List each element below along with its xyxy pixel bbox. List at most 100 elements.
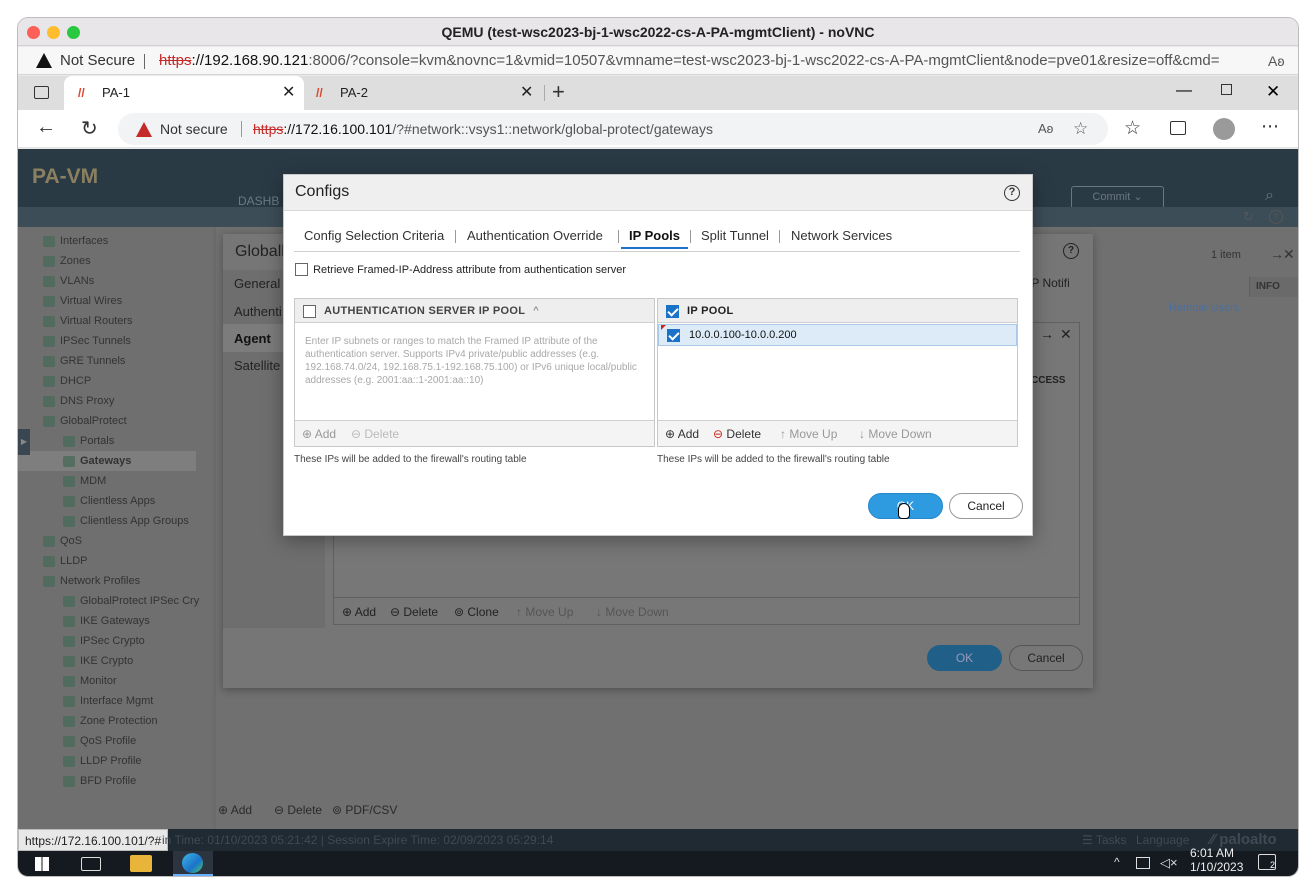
clock-date[interactable]: 1/10/2023 [1190,860,1243,874]
clone-button[interactable]: ⊚ Clone [454,598,499,626]
new-tab-icon[interactable]: + [552,79,565,105]
nav-item[interactable]: MDM [63,471,106,491]
language-link[interactable]: Language [1136,829,1189,851]
nav-item[interactable]: Virtual Wires [43,291,122,311]
minimize-window-button[interactable] [47,26,60,39]
chevron-up-icon[interactable]: ^ [1114,855,1120,869]
notification-icon[interactable]: 2 [1258,854,1276,870]
file-explorer-icon[interactable] [130,855,152,872]
retrieve-framed-ip-checkbox[interactable] [295,263,308,276]
nav-item[interactable]: IKE Crypto [63,651,133,671]
nav-item[interactable]: IPSec Tunnels [43,331,131,351]
nav-item[interactable]: Clientless App Groups [63,511,189,531]
close-browser-icon[interactable]: ✕ [1266,82,1280,102]
close-icon[interactable]: ✕ [1283,246,1295,263]
nav-item[interactable]: BFD Profile [63,771,136,791]
nav-item[interactable]: LLDP [43,551,88,571]
tab-general[interactable]: General [234,276,280,291]
zoom-window-button[interactable] [67,26,80,39]
nav-item[interactable]: Interface Mgmt [63,691,153,711]
close-window-button[interactable] [27,26,40,39]
pdf-csv-button[interactable]: ⊚ PDF/CSV [332,803,397,817]
nav-item[interactable]: GlobalProtect [43,411,127,431]
nav-item[interactable]: QoS Profile [63,731,136,751]
tab-actions-icon[interactable] [34,86,49,99]
refresh-icon[interactable]: ↻ [81,116,98,141]
select-all-checkbox[interactable] [303,304,316,318]
close-tab-icon[interactable]: ✕ [282,76,295,110]
edge-taskbar-button[interactable] [173,851,213,876]
tab-config-selection-criteria[interactable]: Config Selection Criteria [304,225,444,249]
nav-item[interactable]: Zone Protection [63,711,158,731]
outer-address-bar[interactable]: Not Secure https://192.168.90.121:8006/?… [18,47,1298,75]
nav-item[interactable]: LLDP Profile [63,751,142,771]
tab-satellite[interactable]: Satellite [234,358,280,373]
tab-authentication-override[interactable]: Authentication Override [467,225,603,249]
nav-item[interactable]: Portals [63,431,114,451]
profile-avatar[interactable] [1213,118,1235,140]
network-icon[interactable] [1136,857,1150,869]
add-button[interactable]: ⊕ Add [218,803,252,817]
nav-item[interactable]: Network Profiles [43,571,140,591]
back-icon[interactable]: ← [36,116,56,139]
tab-authentication[interactable]: Authenti [234,304,282,319]
nav-item[interactable]: VLANs [43,271,94,291]
address-bar[interactable]: Not secure https://172.16.100.101/?#netw… [118,113,1108,145]
tab-network-services[interactable]: Network Services [791,225,892,249]
delete-button[interactable]: ⊖ Delete [713,421,761,447]
dashboard-tab[interactable]: DASHB [238,194,279,208]
tasks-link[interactable]: ☰ Tasks [1082,829,1127,851]
favorites-icon[interactable]: ☆ [1124,117,1141,140]
nav-item[interactable]: DHCP [43,371,91,391]
add-button[interactable]: ⊕ Add [665,421,699,447]
ip-pool-value[interactable]: 10.0.0.100-10.0.0.200 [689,325,797,345]
read-aloud-icon[interactable]: Aʚ [1268,47,1284,74]
more-icon[interactable]: ⋯ [1261,116,1279,137]
collapse-nav-icon[interactable]: ▶ [18,429,30,455]
move-up-button[interactable]: ↑ Move Up [516,598,573,626]
browser-tab-pa-1[interactable]: // PA-1 ✕ [64,76,304,110]
task-view-icon[interactable] [81,857,101,871]
read-aloud-icon[interactable]: Aʚ [1038,113,1053,145]
add-button[interactable]: ⊕ Add [302,421,336,447]
delete-button[interactable]: ⊖ Delete [390,598,438,626]
restore-icon[interactable] [1221,84,1232,95]
help-icon[interactable]: ? [1063,243,1079,259]
delete-button[interactable]: ⊖ Delete [274,803,322,817]
nav-item[interactable]: Zones [43,251,91,271]
gateway-cancel-button[interactable]: Cancel [1009,645,1083,671]
nav-item[interactable]: Clientless Apps [63,491,155,511]
nav-item[interactable]: Interfaces [43,231,108,251]
delete-button[interactable]: ⊖ Delete [351,421,399,447]
close-tab-icon[interactable]: ✕ [520,76,533,110]
search-icon[interactable]: ⌕ [1265,187,1274,205]
cancel-button[interactable]: Cancel [949,493,1023,519]
nav-item[interactable]: IKE Gateways [63,611,150,631]
windows-start-icon[interactable] [35,857,49,871]
chevron-up-icon[interactable]: ^ [533,305,538,317]
clock-time[interactable]: 6:01 AM [1190,846,1234,860]
move-up-button[interactable]: ↑ Move Up [780,421,837,447]
nav-item[interactable]: GlobalProtect IPSec Cry [63,591,199,611]
nav-item[interactable]: Virtual Routers [43,311,133,331]
move-down-button[interactable]: ↓ Move Down [859,421,932,447]
help-icon[interactable]: ? [1269,210,1283,224]
tab-agent[interactable]: Agent [234,331,271,346]
tab-split-tunnel[interactable]: Split Tunnel [701,225,769,249]
select-all-checkbox[interactable] [666,304,679,318]
nav-item[interactable]: Monitor [63,671,117,691]
browser-tab-pa-2[interactable]: // PA-2 ✕ [308,76,548,110]
info-cell[interactable]: Remote Users [1169,302,1239,314]
commit-button[interactable]: Commit ⌄ [1071,186,1164,209]
row-checkbox[interactable] [667,329,680,342]
add-button[interactable]: ⊕ Add [342,598,376,626]
nav-item[interactable]: Gateways [18,451,196,471]
help-icon[interactable]: ? [1004,185,1020,201]
tab-ip-pools[interactable]: IP Pools [621,225,688,249]
nav-item[interactable]: GRE Tunnels [43,351,125,371]
nav-item[interactable]: QoS [43,531,82,551]
ip-pool-row[interactable]: 10.0.0.100-10.0.0.200 [658,324,1017,346]
minimize-icon[interactable]: — [1176,82,1192,100]
retrieve-framed-ip-row[interactable]: Retrieve Framed-IP-Address attribute fro… [295,263,626,276]
refresh-icon[interactable]: ↻ [1243,209,1254,225]
